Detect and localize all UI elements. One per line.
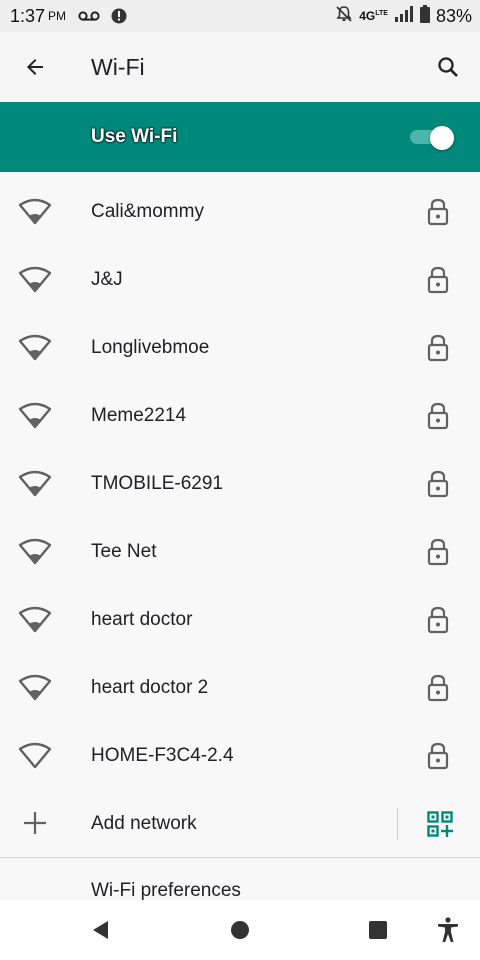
network-name: Cali&mommy <box>91 201 204 222</box>
network-name: Meme2214 <box>91 405 187 426</box>
lock-icon <box>427 266 449 294</box>
use-wifi-label: Use Wi-Fi <box>91 126 178 147</box>
wifi-preferences-item[interactable]: Wi-Fi preferences <box>91 880 241 902</box>
plus-icon <box>24 812 46 834</box>
lock-icon <box>427 402 449 430</box>
section-divider <box>0 857 480 858</box>
lock-icon <box>427 470 449 498</box>
lock-icon <box>427 334 449 362</box>
add-network-row[interactable]: Add network <box>0 790 480 858</box>
network-row[interactable]: TMOBILE-6291 <box>0 450 480 518</box>
wifi-signal-icon <box>18 606 52 633</box>
status-bar: 1:37 PM 4GLTE 83% <box>0 0 480 32</box>
accessibility-button[interactable] <box>433 915 463 945</box>
lock-icon <box>427 538 449 566</box>
lock-icon <box>427 606 449 634</box>
network-row[interactable]: Tee Net <box>0 518 480 586</box>
network-type: 4GLTE <box>359 9 388 23</box>
network-row[interactable]: Meme2214 <box>0 382 480 450</box>
voicemail-icon <box>78 10 100 22</box>
back-triangle-icon <box>93 921 108 939</box>
system-nav-bar <box>0 900 480 960</box>
lock-icon <box>427 198 449 226</box>
wifi-signal-weak-icon <box>18 742 52 769</box>
mute-bell-icon <box>335 5 353 28</box>
network-row[interactable]: Longlivebmoe <box>0 314 480 382</box>
wifi-toggle[interactable] <box>410 126 454 150</box>
recents-square-icon <box>369 921 387 939</box>
network-name: Longlivebmoe <box>91 337 210 358</box>
add-network-label: Add network <box>91 813 197 834</box>
network-name: J&J <box>91 269 123 290</box>
network-name: TMOBILE-6291 <box>91 473 223 494</box>
qr-scan-icon[interactable] <box>427 811 453 837</box>
wifi-signal-icon <box>18 674 52 701</box>
network-row[interactable]: heart doctor 2 <box>0 654 480 722</box>
nav-recents-button[interactable] <box>363 915 393 945</box>
nav-home-button[interactable] <box>225 915 255 945</box>
wifi-signal-icon <box>18 402 52 429</box>
network-row[interactable]: Cali&mommy <box>0 178 480 246</box>
use-wifi-switch-bar[interactable]: Use Wi-Fi <box>0 102 480 172</box>
wifi-signal-icon <box>18 266 52 293</box>
search-button[interactable] <box>430 49 466 85</box>
home-circle-icon <box>231 921 249 939</box>
app-bar: Wi-Fi <box>0 32 480 102</box>
nav-back-button[interactable] <box>86 915 116 945</box>
accessibility-icon <box>438 917 458 942</box>
vertical-divider <box>397 808 398 840</box>
page-title: Wi-Fi <box>91 53 145 80</box>
network-name: heart doctor <box>91 609 193 630</box>
signal-icon <box>394 5 414 27</box>
status-time: 1:37 <box>10 5 46 26</box>
wifi-signal-icon <box>18 334 52 361</box>
toggle-thumb <box>430 126 454 150</box>
network-name: heart doctor 2 <box>91 677 209 698</box>
status-ampm: PM <box>48 9 67 23</box>
network-row[interactable]: heart doctor <box>0 586 480 654</box>
alert-bubble-icon <box>110 7 128 25</box>
lock-icon <box>427 674 449 702</box>
network-row[interactable]: J&J <box>0 246 480 314</box>
battery-percent: 83% <box>435 5 472 26</box>
wifi-signal-icon <box>18 538 52 565</box>
arrow-back-icon <box>27 59 43 75</box>
network-name: Tee Net <box>91 541 157 562</box>
network-row[interactable]: HOME-F3C4-2.4 <box>0 722 480 790</box>
network-name: HOME-F3C4-2.4 <box>91 745 234 766</box>
wifi-signal-icon <box>18 198 52 225</box>
battery-icon <box>419 4 430 28</box>
back-button[interactable] <box>0 32 70 102</box>
network-list: Cali&mommy J&J Longlivebmoe Meme2214 TMO… <box>0 178 480 858</box>
lock-icon <box>427 742 449 770</box>
search-icon <box>438 57 458 77</box>
wifi-signal-icon <box>18 470 52 497</box>
